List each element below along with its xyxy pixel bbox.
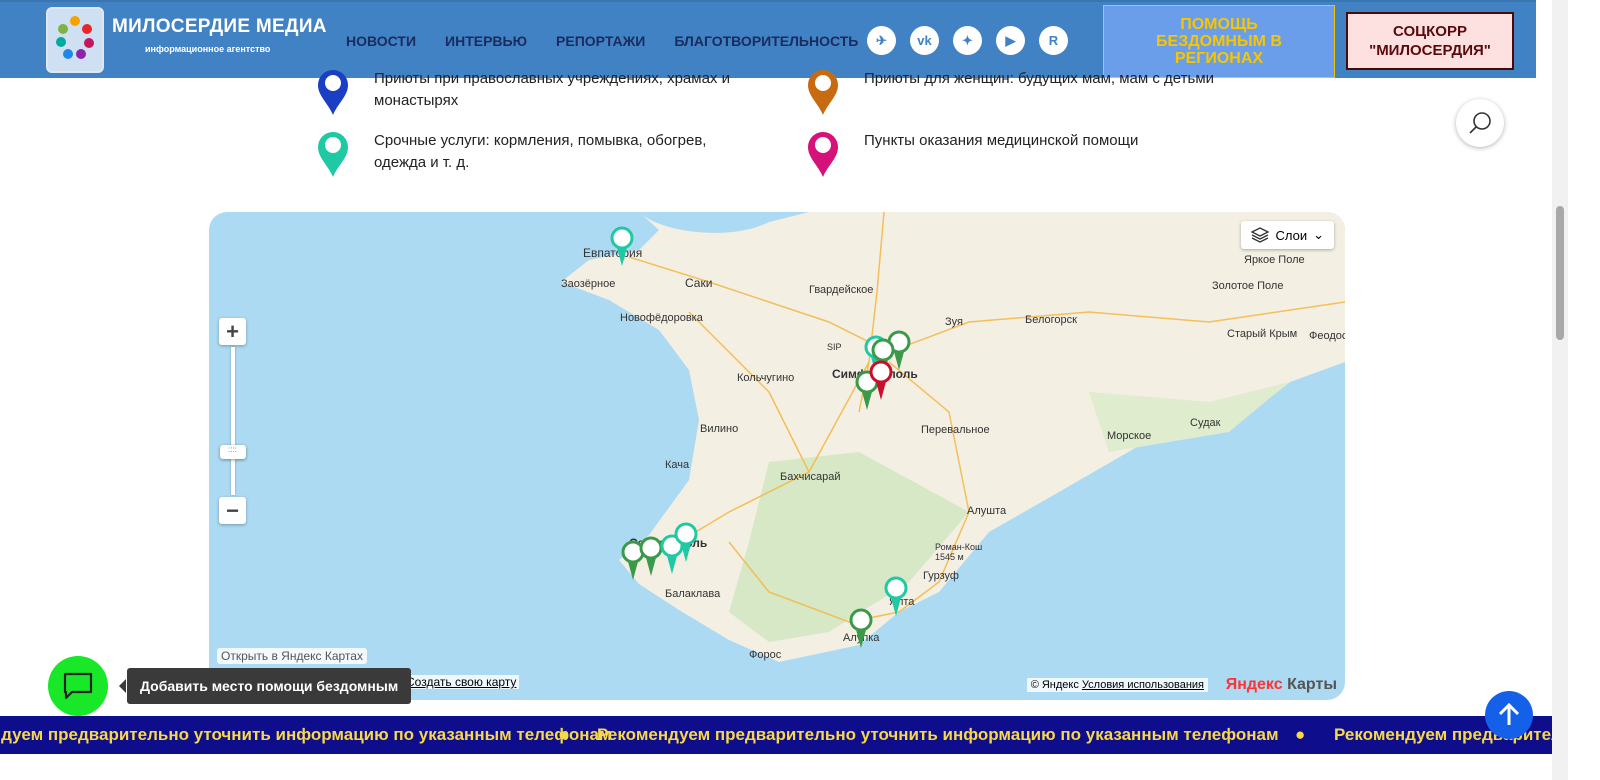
logo-part: Карты	[1282, 676, 1337, 693]
arrow-up-icon	[1498, 702, 1520, 725]
map-marker[interactable]	[639, 536, 663, 576]
ticker-text: Рекомендуем предварительно уточнить инфо…	[597, 725, 1279, 744]
rutube-r-icon[interactable]: R	[1039, 26, 1068, 55]
nav-news[interactable]: НОВОСТИ	[346, 33, 416, 49]
social-links: ✈ vk ✦ ▶ R	[867, 26, 1068, 55]
legend-label: Срочные услуги: кормления, помывка, обог…	[374, 132, 707, 171]
legend-label: Приюты для женщин: будущих мам, мам с де…	[864, 70, 1215, 87]
soc-correspondent-button[interactable]: СОЦКОРР "МИЛОСЕРДИЯ"	[1346, 12, 1514, 70]
site-header: МИЛОСЕРДИЕ МЕДИА информационное агентств…	[0, 0, 1536, 78]
yandex-maps-logo[interactable]: Яндекс Карты	[1226, 676, 1337, 694]
create-map-link[interactable]: Создать свою карту	[403, 675, 520, 689]
legend-orthodox-shelters: Приюты при православных учреждениях, хра…	[316, 68, 776, 116]
legend-women-shelters: Приюты для женщин: будущих мам, мам с де…	[806, 68, 1266, 116]
map-pin-orange-icon	[808, 70, 838, 115]
map-pin-magenta-icon	[808, 132, 838, 177]
legend-label: Пункты оказания медицинской помощи	[864, 132, 1139, 149]
rutube-icon[interactable]: ▶	[996, 26, 1025, 55]
chat-icon	[63, 672, 93, 700]
zoom-control: + :::: −	[219, 318, 246, 524]
map-marker[interactable]	[884, 576, 908, 616]
news-ticker: Рекомендуем предварительно уточнить инфо…	[0, 716, 1552, 754]
copyright-text: © Яндекс	[1030, 679, 1079, 691]
yandex-map[interactable]: Евпатория Заозёрное Саки Гвардейское Нов…	[209, 212, 1345, 700]
help-button-label: ПОМОЩЬ БЕЗДОМНЫМ В РЕГИОНАХ	[1156, 16, 1282, 67]
layers-button[interactable]: Слои ⌄	[1241, 221, 1334, 249]
open-in-yandex-maps-link[interactable]: Открыть в Яндекс Картах	[217, 648, 367, 664]
zoom-in-button[interactable]: +	[219, 318, 246, 345]
search-button[interactable]	[1456, 99, 1504, 147]
map-pin-teal-icon	[318, 132, 348, 177]
logo[interactable]	[46, 7, 104, 73]
ticker-text: Рекомендуем предварительно уточнить инфо…	[0, 725, 612, 744]
map-marker[interactable]	[674, 522, 698, 562]
logo-flower-icon	[56, 16, 94, 59]
ticker-dot: ●	[1295, 725, 1306, 744]
search-icon	[1469, 112, 1491, 134]
map-marker[interactable]	[610, 226, 634, 266]
page-scrollbar[interactable]	[1552, 0, 1568, 780]
map-pin-blue-icon	[318, 70, 348, 115]
chat-tooltip: Добавить место помощи бездомным	[118, 668, 412, 704]
logo-part: Яндекс	[1225, 676, 1283, 693]
zoom-slider[interactable]: ::::	[219, 347, 246, 495]
ticker-dot: ●	[558, 725, 569, 744]
telegram-icon[interactable]: ✈	[867, 26, 896, 55]
map-copyright: © Яндекс Условия использования	[1026, 678, 1208, 692]
scroll-thumb[interactable]	[1556, 206, 1564, 340]
vk-icon[interactable]: vk	[910, 26, 939, 55]
map-marker[interactable]	[849, 608, 873, 648]
map-marker[interactable]	[869, 360, 893, 400]
nav-charity[interactable]: БЛАГОТВОРИТЕЛЬНОСТЬ	[674, 33, 858, 49]
legend-label: Приюты при православных учреждениях, хра…	[374, 70, 730, 109]
nav-interviews[interactable]: ИНТЕРВЬЮ	[445, 33, 527, 49]
brand-name: МИЛОСЕРДИЕ МЕДИА	[112, 16, 327, 37]
main-nav: НОВОСТИ ИНТЕРВЬЮ РЕПОРТАЖИ БЛАГОТВОРИТЕЛ…	[346, 33, 858, 49]
legend-urgent-services: Срочные услуги: кормления, помывка, обог…	[316, 130, 776, 178]
zoom-out-button[interactable]: −	[219, 497, 246, 524]
brand-subtitle: информационное агентство	[145, 44, 271, 54]
layers-icon	[1251, 227, 1270, 243]
zoom-slider-handle[interactable]: ::::	[219, 445, 246, 459]
scroll-to-top-button[interactable]	[1485, 691, 1533, 739]
dzen-icon[interactable]: ✦	[953, 26, 982, 55]
corr-button-label: СОЦКОРР "МИЛОСЕРДИЯ"	[1369, 23, 1491, 59]
map-markers	[610, 226, 911, 648]
add-place-chat-button[interactable]	[48, 656, 108, 716]
layers-label: Слои	[1275, 227, 1308, 243]
legend-medical: Пункты оказания медицинской помощи	[806, 130, 1266, 178]
nav-reports[interactable]: РЕПОРТАЖИ	[556, 33, 645, 49]
chevron-down-icon: ⌄	[1313, 227, 1324, 242]
terms-link[interactable]: Условия использования	[1082, 679, 1204, 691]
